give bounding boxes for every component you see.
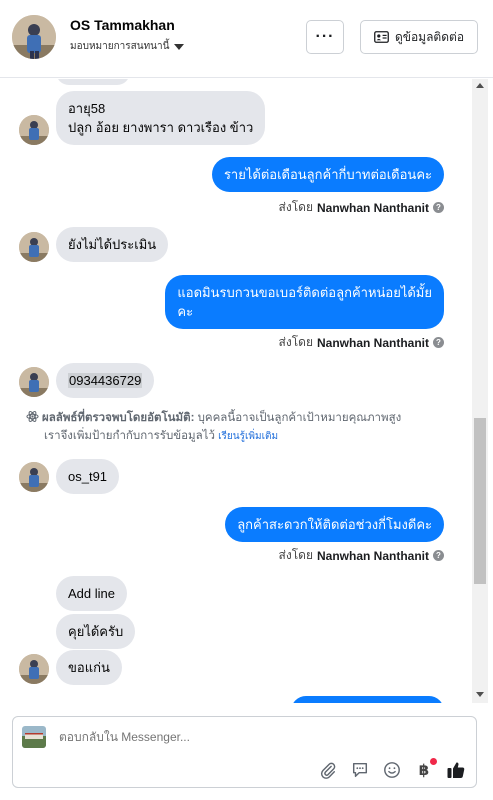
auto-detect-notice: ผลลัพธ์ที่ตรวจพบโดยอัตโนมัติ: บุคคลนี้อา… xyxy=(26,409,446,446)
notification-dot xyxy=(430,758,437,765)
message-text-line: ลูกค้าสะดวกให้ติดต่อช่วงกี่โมงดีคะ xyxy=(237,517,432,532)
sent-by-prefix: ส่งโดย xyxy=(278,200,313,214)
more-options-button[interactable]: ··· xyxy=(306,20,344,54)
outgoing-message[interactable]: รายได้ต่อเดือนลูกค้ากี่บาทต่อเดือนคะ xyxy=(211,157,444,192)
contact-avatar-small xyxy=(19,115,49,145)
contact-avatar[interactable] xyxy=(12,15,56,59)
sent-by-label: ส่งโดย Nanwhan Nanthanit ? xyxy=(279,198,444,217)
reply-composer: ฿ xyxy=(12,716,477,788)
learn-more-link[interactable]: เรียนรู้เพิ่มเติม xyxy=(218,431,278,442)
message-text-line: คะ xyxy=(177,304,194,319)
auto-detect-title: ผลลัพธ์ที่ตรวจพบโดยอัตโนมัติ: xyxy=(42,412,195,424)
phone-number-text[interactable]: 0934436729 xyxy=(68,373,143,388)
contact-avatar-small xyxy=(19,232,49,262)
baht-symbol: ฿ xyxy=(418,762,430,779)
page-avatar xyxy=(22,726,46,748)
chevron-down-icon xyxy=(174,43,185,50)
incoming-message[interactable]: อายุ58 ปลูก อ้อย ยางพารา ดาวเรือง ข้าว xyxy=(56,91,266,145)
message-text-line: ยังไม่ได้ประเมิน xyxy=(68,237,157,252)
message-text-line: รายได้ต่อเดือนลูกค้ากี่บาทต่อเดือนคะ xyxy=(223,167,432,182)
scroll-up-icon[interactable] xyxy=(476,83,484,88)
info-icon[interactable]: ? xyxy=(433,337,444,348)
sent-by-prefix: ส่งโดย xyxy=(278,335,313,349)
message-text-line: ปลูก อ้อย ยางพารา ดาวเรือง ข้าว xyxy=(68,120,254,135)
assign-label: มอบหมายการสนทนานี้ xyxy=(70,41,170,52)
sender-name: Nanwhan Nanthanit xyxy=(316,548,429,563)
sent-by-prefix: ส่งโดย xyxy=(278,548,313,562)
like-icon[interactable] xyxy=(445,759,467,781)
scroll-down-icon[interactable] xyxy=(476,692,484,697)
payment-icon[interactable]: ฿ xyxy=(413,758,437,781)
assign-conversation-dropdown[interactable]: มอบหมายการสนทนานี้ xyxy=(70,39,185,54)
more-icon: ··· xyxy=(315,28,335,45)
saved-reply-icon[interactable] xyxy=(349,759,371,781)
scrollbar[interactable] xyxy=(472,79,488,703)
view-contact-info-label: ดูข้อมูลติดต่อ xyxy=(394,29,465,44)
reply-input[interactable] xyxy=(59,730,359,744)
view-contact-info-button[interactable]: ดูข้อมูลติดต่อ xyxy=(360,20,478,54)
message-text-line: Add line xyxy=(68,586,115,601)
outgoing-message[interactable]: ลูกค้าสะดวกให้ติดต่อช่วงกี่โมงดีคะ xyxy=(225,507,444,542)
contact-avatar-small xyxy=(19,654,49,684)
auto-detect-line2: เราจึงเพิ่มป้ายกำกับการรับข้อมูลไว้ xyxy=(44,430,215,442)
message-text-line: อายุ58 xyxy=(68,101,106,116)
attachment-icon[interactable] xyxy=(317,759,339,781)
scrollbar-thumb[interactable] xyxy=(474,418,486,584)
conversation-header: OS Tammakhan มอบหมายการสนทนานี้ ··· ดูข้… xyxy=(0,0,493,78)
auto-detect-line1: บุคคลนี้อาจเป็นลูกค้าเป้าหมายคุณภาพสูง xyxy=(197,412,402,424)
info-icon[interactable]: ? xyxy=(433,202,444,213)
incoming-message[interactable]: ขอแก่น xyxy=(56,650,122,685)
outgoing-message-partial xyxy=(291,696,444,703)
sender-name: Nanwhan Nanthanit xyxy=(316,335,429,350)
contact-avatar-small xyxy=(19,462,49,492)
message-text-line: แอดมินรบกวนขอเบอร์ติดต่อลูกค้าหน่อยได้มั… xyxy=(177,285,432,300)
info-icon[interactable]: ? xyxy=(433,550,444,561)
outgoing-message[interactable]: แอดมินรบกวนขอเบอร์ติดต่อลูกค้าหน่อยได้มั… xyxy=(165,275,444,329)
message-text-line: คุยได้ครับ xyxy=(68,624,124,639)
incoming-message[interactable]: Add line xyxy=(56,576,127,611)
contact-name[interactable]: OS Tammakhan xyxy=(70,17,175,33)
message-bubble-partial xyxy=(56,79,130,85)
incoming-message[interactable]: 0934436729 xyxy=(56,363,155,398)
message-text-line: os_t91 xyxy=(68,469,108,484)
sender-name: Nanwhan Nanthanit xyxy=(316,200,429,215)
incoming-message[interactable]: os_t91 xyxy=(56,459,120,494)
contact-avatar-small xyxy=(19,367,49,397)
contact-card-icon xyxy=(374,31,389,43)
incoming-message[interactable]: ยังไม่ได้ประเมิน xyxy=(56,227,169,262)
emoji-icon[interactable] xyxy=(381,759,403,781)
incoming-message[interactable]: คุยได้ครับ xyxy=(56,614,136,649)
message-list[interactable]: อายุ58 ปลูก อ้อย ยางพารา ดาวเรือง ข้าว ร… xyxy=(0,79,474,703)
atom-icon xyxy=(26,411,39,422)
message-text-line: ขอแก่น xyxy=(68,660,110,675)
sent-by-label: ส่งโดย Nanwhan Nanthanit ? xyxy=(279,546,444,565)
sent-by-label: ส่งโดย Nanwhan Nanthanit ? xyxy=(279,333,444,352)
